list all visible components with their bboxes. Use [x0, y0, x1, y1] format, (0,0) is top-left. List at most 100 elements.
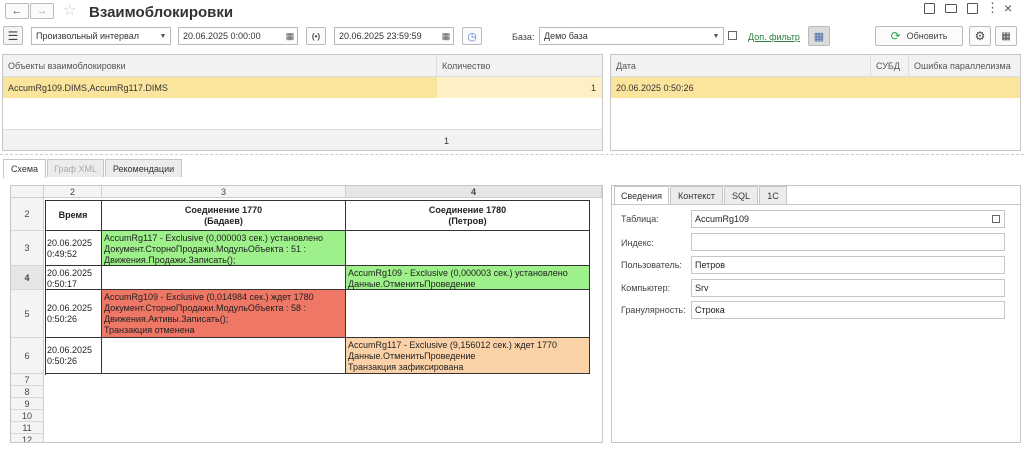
conn2-title: Соединение 1780 [428, 205, 507, 215]
calendar-icon[interactable]: ▦ [439, 28, 453, 44]
time-clock: 0:50:26 [47, 356, 78, 366]
event-cell-empty[interactable] [102, 338, 346, 374]
granularity-field[interactable]: Строка [691, 301, 1005, 319]
row-header[interactable]: 7 [11, 374, 44, 386]
event-line: Движения.Продажи.Записать(); [104, 255, 236, 265]
dbms-column-header[interactable]: СУБД [871, 55, 909, 77]
splitter[interactable] [0, 154, 1024, 155]
event-line: Транзакция зафиксирована [348, 362, 464, 372]
date-from-field[interactable]: 20.06.2025 0:00:00 ▦ [178, 27, 298, 45]
event-cell-empty[interactable] [346, 231, 590, 266]
row-header[interactable]: 10 [11, 410, 44, 422]
table-label: Таблица: [621, 214, 659, 224]
time-cell[interactable]: 20.06.2025 0:50:26 [45, 338, 102, 374]
tab-details[interactable]: Сведения [614, 186, 669, 205]
conn1-user: (Бадаев) [204, 216, 243, 226]
time-cell[interactable]: 20.06.2025 0:49:52 [45, 231, 102, 266]
row-header[interactable]: 12 [11, 434, 44, 442]
scheme-spreadsheet[interactable]: 2 3 4 2 3 4 5 6 7 8 9 10 11 12 Время Сое… [10, 185, 603, 443]
row-header[interactable]: 8 [11, 386, 44, 398]
time-clock: 0:50:17 [47, 279, 78, 289]
index-field[interactable] [691, 233, 1005, 251]
column-header-2[interactable]: 2 [44, 186, 102, 198]
open-icon[interactable] [992, 215, 1000, 223]
clock-button[interactable]: ◷ [462, 27, 482, 45]
extra-filter-link[interactable]: Доп. фильтр [748, 32, 800, 42]
tab-recommendations[interactable]: Рекомендации [105, 159, 182, 177]
count-cell-bg [437, 77, 602, 98]
total-count: 1 [444, 135, 450, 146]
table-footer: 1 [3, 129, 602, 150]
table-value: AccumRg109 [695, 214, 750, 224]
dates-table[interactable]: Дата СУБД Ошибка параллелизма 20.06.2025… [610, 54, 1021, 151]
event-cell-empty[interactable] [102, 266, 346, 290]
objects-table[interactable]: Объекты взаимоблокировки Количество Accu… [2, 54, 603, 151]
settings-button[interactable]: ⚙ [969, 26, 991, 46]
row-header[interactable]: 6 [11, 338, 44, 374]
row-header[interactable]: 2 [11, 198, 44, 231]
objects-column-header[interactable]: Объекты взаимоблокировки [3, 55, 437, 77]
layout-toggle-button[interactable]: ▦ [808, 26, 830, 46]
refresh-icon: ⟳ [890, 29, 901, 43]
row-header[interactable]: 9 [11, 398, 44, 410]
column-header-3[interactable]: 3 [102, 186, 346, 198]
open-base-icon[interactable] [728, 31, 737, 40]
event-cell-green[interactable]: AccumRg109 - Exclusive (0,000003 сек.) у… [346, 266, 590, 290]
row-header[interactable]: 3 [11, 231, 44, 266]
event-cell-orange[interactable]: AccumRg117 - Exclusive (9,156012 сек.) ж… [346, 338, 590, 374]
column-header-4[interactable]: 4 [346, 186, 602, 198]
table-row[interactable]: AccumRg109.DIMS,AccumRg117.DIMS 1 [3, 77, 602, 98]
back-button[interactable]: ← [5, 3, 29, 19]
computer-field[interactable]: Srv [691, 279, 1005, 297]
menu-button[interactable]: ☰ [3, 26, 23, 45]
connection-1780-header[interactable]: Соединение 1780 (Петров) [346, 201, 590, 231]
event-line: AccumRg109 - Exclusive (0,014984 сек.) ж… [104, 292, 314, 302]
event-cell-green[interactable]: AccumRg117 - Exclusive (0,000003 сек.) у… [102, 231, 346, 266]
refresh-button[interactable]: ⟳ Обновить [875, 26, 963, 46]
tab-scheme[interactable]: Схема [3, 159, 46, 178]
row-header[interactable]: 5 [11, 290, 44, 338]
calendar-icon[interactable]: ▦ [283, 28, 297, 44]
time-clock: 0:49:52 [47, 249, 78, 259]
close-icon[interactable]: × [1004, 0, 1012, 16]
chevron-down-icon: ▼ [712, 32, 720, 40]
row-header[interactable]: 11 [11, 422, 44, 434]
connection-1770-header[interactable]: Соединение 1770 (Бадаев) [102, 201, 346, 231]
computer-value: Srv [695, 283, 709, 293]
date-to-field[interactable]: 20.06.2025 23:59:59 ▦ [334, 27, 454, 45]
forward-button[interactable]: → [30, 3, 54, 19]
tabs-divider [612, 204, 1020, 205]
base-select[interactable]: Демо база ▼ [539, 27, 724, 45]
date-from-value: 20.06.2025 0:00:00 [183, 31, 261, 41]
page-title: Взаимоблокировки [89, 4, 234, 21]
time-cell[interactable]: 20.06.2025 0:50:17 [45, 266, 102, 290]
time-cell[interactable]: 20.06.2025 0:50:26 [45, 290, 102, 338]
more-icon[interactable]: ⋮ [986, 0, 999, 16]
conn2-user: (Петров) [448, 216, 487, 226]
event-cell-empty[interactable] [346, 290, 590, 338]
count-column-header[interactable]: Количество [437, 55, 602, 77]
concurrency-column-header[interactable]: Ошибка параллелизма [909, 55, 1020, 77]
period-mode-select[interactable]: Произвольный интервал ▼ [31, 27, 171, 45]
table-row[interactable]: 20.06.2025 0:50:26 [611, 77, 1020, 98]
user-field[interactable]: Петров [691, 256, 1005, 274]
save-icon[interactable] [924, 3, 935, 14]
date-column-header[interactable]: Дата [611, 55, 871, 77]
options-button[interactable]: ▦ [995, 26, 1017, 46]
table-field[interactable]: AccumRg109 [691, 210, 1005, 228]
tab-sql[interactable]: SQL [724, 186, 758, 204]
tab-context[interactable]: Контекст [670, 186, 723, 204]
period-picker-button[interactable]: (•) [306, 27, 326, 45]
count-cell: 1 [590, 82, 596, 93]
print-icon[interactable] [945, 4, 957, 13]
computer-label: Компьютер: [621, 283, 671, 293]
tab-graph-xml[interactable]: Граф XML [47, 159, 104, 177]
tab-1c[interactable]: 1С [759, 186, 787, 204]
link-icon[interactable] [967, 3, 978, 14]
event-cell-red[interactable]: AccumRg109 - Exclusive (0,014984 сек.) ж… [102, 290, 346, 338]
row-header[interactable]: 4 [11, 266, 44, 290]
event-line: Документ.СторноПродажи.МодульОбъекта : 5… [104, 303, 306, 313]
time-date: 20.06.2025 [47, 303, 93, 313]
time-header[interactable]: Время [45, 201, 102, 231]
favorite-star-icon[interactable]: ☆ [63, 1, 76, 19]
